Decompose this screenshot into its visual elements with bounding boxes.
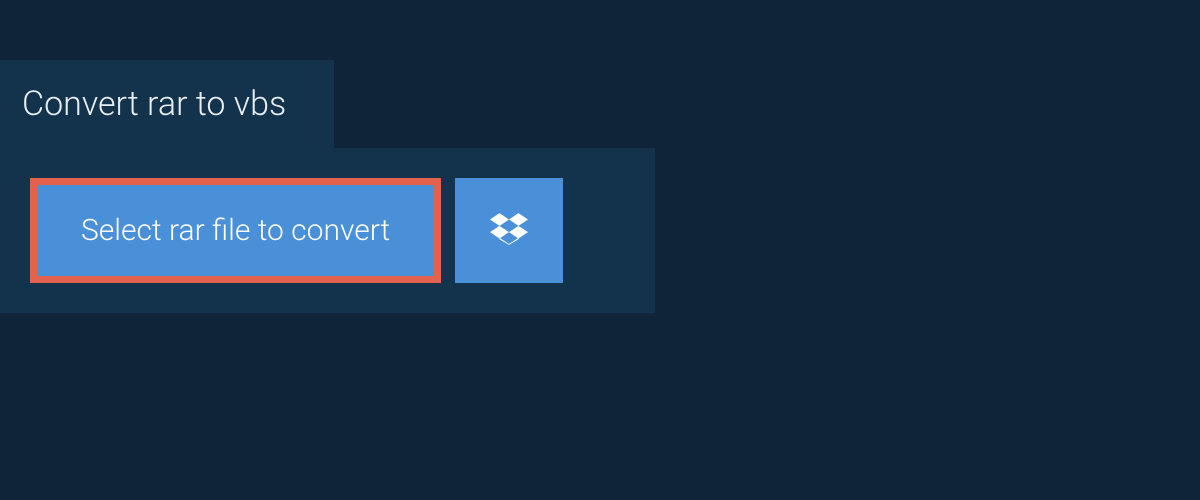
page-title: Convert rar to vbs (22, 84, 286, 124)
tab-header: Convert rar to vbs (0, 60, 334, 148)
button-row: Select rar file to convert (30, 178, 625, 283)
dropbox-icon (490, 210, 528, 252)
select-file-label: Select rar file to convert (81, 213, 390, 248)
select-file-button[interactable]: Select rar file to convert (30, 178, 441, 283)
dropbox-button[interactable] (455, 178, 563, 283)
upload-panel: Select rar file to convert (0, 148, 655, 313)
